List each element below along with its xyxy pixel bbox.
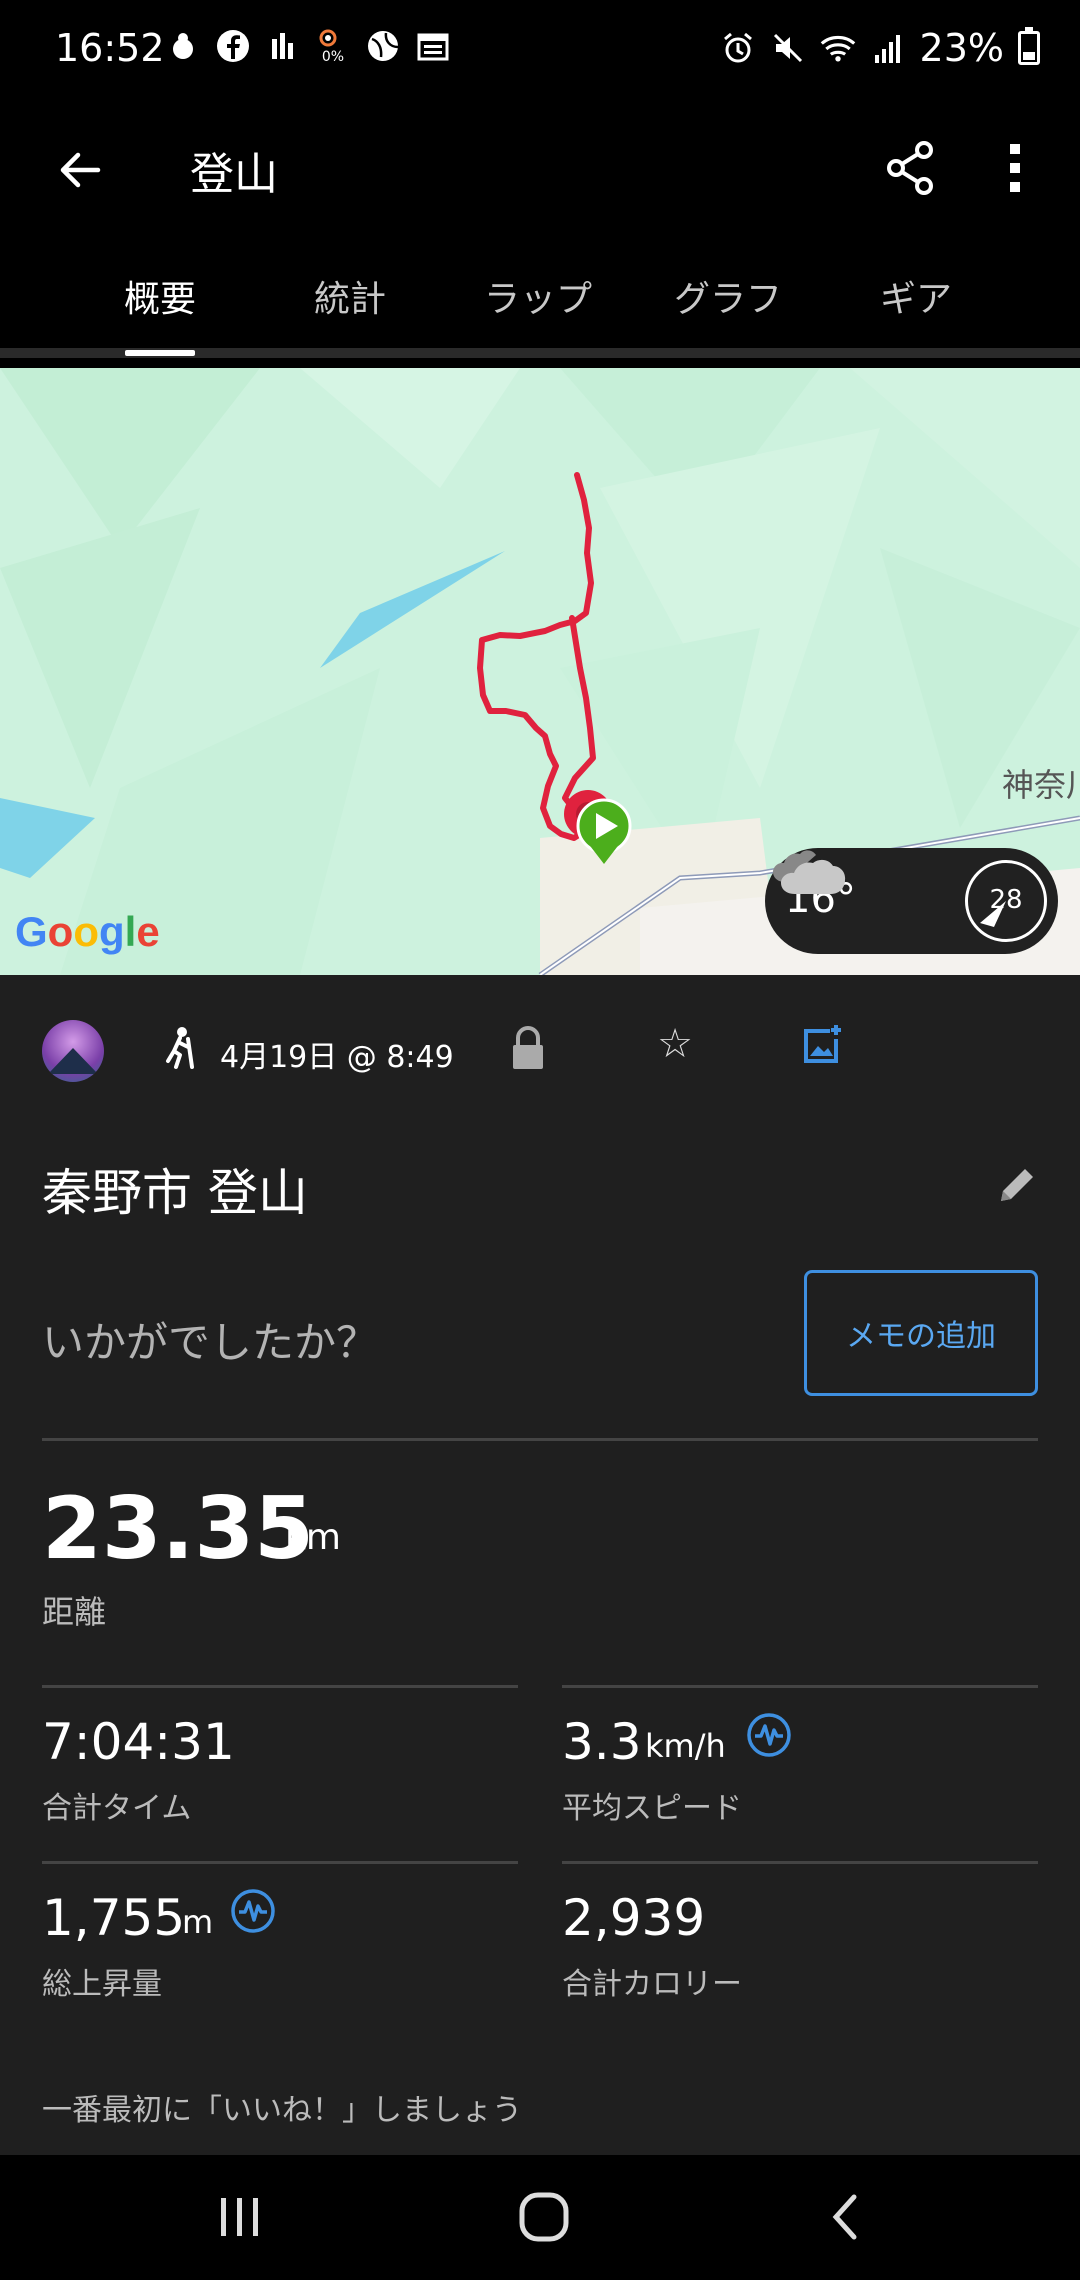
elevation-gain-value: 1,755 [42,1889,186,1947]
facebook-icon [215,28,251,64]
ball-notification-icon [365,28,401,64]
activity-summary: 4月19日 @ 8:49 ☆ 秦野市 登山 いかがでしたか？ メモの追加 23.… [0,975,1080,2155]
map-place-label: 神奈川 [1002,766,1080,804]
divider [562,1685,1038,1688]
battery-percent: 23% [919,26,1004,70]
avg-speed-unit: km/h [645,1727,726,1765]
share-icon [887,141,933,195]
route-map[interactable]: Google 神奈川 16° 28 [0,368,1080,975]
add-memo-button[interactable]: メモの追加 [804,1270,1038,1396]
distance-unit: km [285,1517,341,1558]
tab-bar: 概要 統計 ラップ グラフ ギア [0,240,1080,358]
weather-dial-value: 28 [989,885,1023,915]
divider [42,1438,1038,1441]
elevation-gain-unit: m [182,1903,214,1941]
calories-label: 合計カロリー [562,1967,742,2002]
app-notification-icon [165,28,201,64]
signal-icon [870,30,906,66]
lock-icon[interactable] [510,1025,546,1071]
back-nav-button[interactable] [796,2177,896,2257]
home-button[interactable] [494,2177,594,2257]
elevation-gain-label: 総上昇量 [42,1967,162,2002]
divider [42,1861,518,1864]
cloud-icon [773,850,846,894]
add-photo-icon[interactable] [800,1023,844,1067]
page-title: 登山 [190,149,278,200]
tab-graph[interactable]: グラフ [634,270,822,322]
active-tab-indicator [125,350,195,356]
weather-dial: 28 [965,860,1047,942]
activity-date: 4月19日 @ 8:49 [220,1040,454,1075]
star-icon[interactable]: ☆ [652,1021,698,1067]
weather-notification-label: 0% [321,49,345,65]
notification-icons: 0% [165,28,451,64]
calories-value: 2,939 [562,1889,706,1947]
weather-badge[interactable]: 16° 28 [765,848,1058,954]
avg-speed-value: 3.3 [562,1713,642,1771]
calendar-notification-icon [415,28,451,64]
tab-stats[interactable]: 統計 [256,270,444,322]
distance-label: 距離 [42,1593,107,1631]
divider [562,1861,1038,1864]
wifi-icon [820,30,856,66]
back-button[interactable] [40,130,120,210]
avg-speed-label: 平均スピード [562,1791,742,1826]
tab-gear[interactable]: ギア [822,270,1010,322]
status-bar: 16:52 0% 23% [0,0,1080,100]
tab-laps[interactable]: ラップ [444,270,632,322]
pencil-icon[interactable] [995,1163,1039,1207]
bar-chart-notification-icon [265,28,301,64]
status-time: 16:52 [55,26,165,70]
share-button[interactable] [870,128,950,208]
avatar[interactable] [42,1020,104,1082]
weather-notification-icon: 0% [315,28,351,64]
activity-title: 秦野市 登山 [42,1164,308,1222]
distance-value: 23.35 [42,1479,315,1579]
total-time-value: 7:04:31 [42,1713,235,1771]
memo-prompt[interactable]: いかがでしたか？ [42,1309,378,1370]
system-status-icons: 23% [720,26,1040,70]
pulse-icon[interactable] [746,1712,792,1758]
more-vert-icon [1010,144,1020,192]
system-nav-bar [0,2155,1080,2280]
like-prompt[interactable]: 一番最初に「いいね！」しましょう [42,2085,522,2129]
total-time-label: 合計タイム [42,1791,192,1826]
chevron-left-icon [832,2194,857,2240]
hiking-icon [166,1027,194,1069]
home-icon [519,2192,569,2242]
google-logo: Google [15,908,160,955]
alarm-icon [720,30,756,66]
app-bar: 登山 [0,100,1080,240]
recent-apps-icon [221,2198,258,2236]
mute-vibrate-icon [770,30,806,66]
arrow-left-icon [60,152,101,188]
more-options-button[interactable] [985,128,1045,208]
recent-apps-button[interactable] [190,2177,290,2257]
tab-overview[interactable]: 概要 [66,270,254,322]
divider [42,1685,518,1688]
pulse-icon[interactable] [230,1888,276,1934]
battery-icon [1018,27,1040,65]
